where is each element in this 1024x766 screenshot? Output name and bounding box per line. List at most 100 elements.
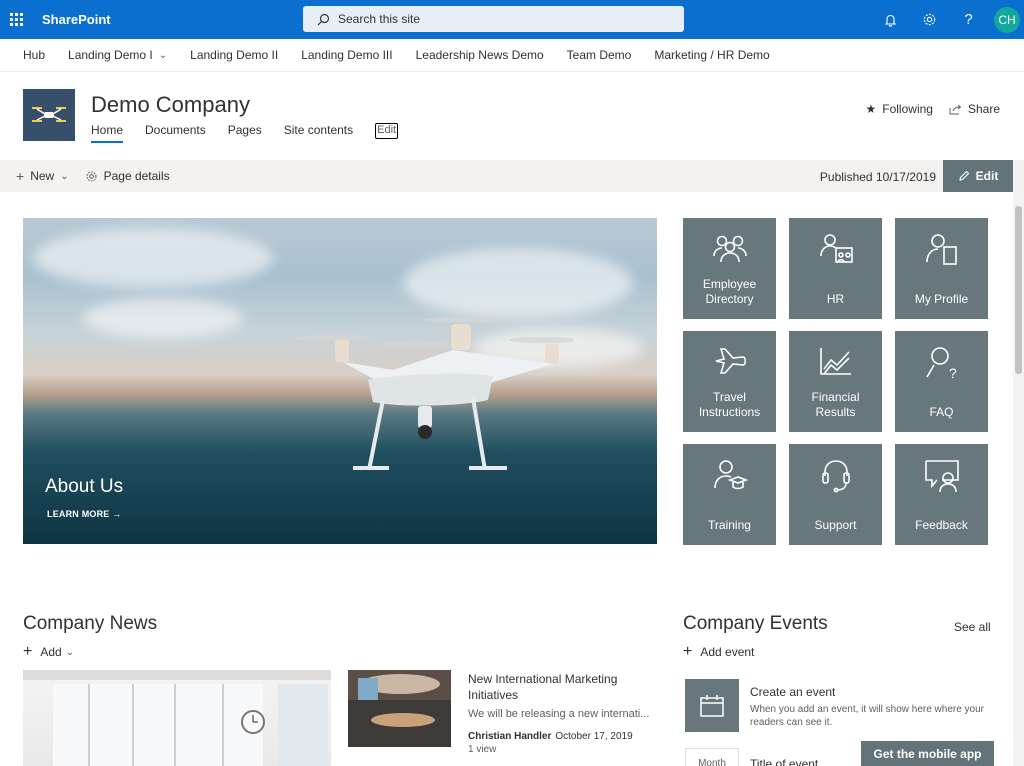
search-icon [317,13,330,25]
settings-button[interactable] [910,0,949,39]
nav-pages[interactable]: Pages [228,123,262,143]
site-navigation: Home Documents Pages Site contents Edit [91,123,420,143]
news-add-label: Add [40,645,62,659]
events-section-title: Company Events [683,613,828,634]
people-icon [712,235,747,263]
share-icon [949,104,962,114]
tile-financial-results[interactable]: Financial Results [789,331,882,432]
see-all-link[interactable]: See all [954,620,991,634]
scrollbar-thumb[interactable] [1015,206,1022,374]
hub-item-label: Landing Demo I [68,48,153,62]
add-event-button[interactable]: + Add event [683,643,754,661]
new-label: New [30,169,55,183]
tile-travel-instructions[interactable]: Travel Instructions [683,331,776,432]
chevron-down-icon: ⌄ [65,646,75,658]
following-button[interactable]: ★ Following [866,102,933,116]
news-item-meta: Christian Handler October 17, 2019 [468,731,658,742]
nav-site-contents[interactable]: Site contents [284,123,353,143]
tile-employee-directory[interactable]: Employee Directory [683,218,776,319]
learn-more-link[interactable]: LEARN MORE → [47,509,121,519]
question-icon: ? [964,11,973,28]
news-author: Christian Handler [468,731,552,742]
news-thumbnail[interactable] [348,670,451,747]
nav-documents[interactable]: Documents [145,123,206,143]
hub-item-label: Landing Demo III [301,48,393,62]
tile-faq[interactable]: ? FAQ [895,331,988,432]
notifications-button[interactable] [871,0,910,39]
news-hero-image[interactable] [23,670,331,766]
get-mobile-app-button[interactable]: Get the mobile app [861,741,994,766]
conference-room-image [348,670,451,747]
tile-support[interactable]: Support [789,444,882,545]
star-icon: ★ [865,102,877,116]
tile-label: Travel Instructions [698,390,761,419]
hub-navigation: Hub Landing Demo I ⌄ Landing Demo II Land… [0,39,1024,72]
following-label: Following [882,102,933,116]
new-button[interactable]: + New ⌄ [16,168,69,184]
share-button[interactable]: Share [949,102,1000,116]
page-scrollbar[interactable] [1013,192,1024,766]
suite-bar: SharePoint Search this site ? CH [0,0,1024,39]
page-details-button[interactable]: Page details [85,169,170,183]
event-placeholder-card[interactable] [685,679,739,732]
tile-my-profile[interactable]: My Profile [895,218,988,319]
nav-home[interactable]: Home [91,123,124,143]
avatar[interactable]: CH [994,6,1020,33]
hub-item-hub[interactable]: Hub [23,48,45,62]
org-icon [819,234,853,263]
airplane-icon [715,348,746,374]
tile-training[interactable]: Training [683,444,776,545]
plus-icon: + [23,643,33,660]
share-label: Share [967,102,1000,116]
edit-label: Edit [975,169,999,183]
published-status: Published 10/17/2019 [819,170,936,184]
news-item-title[interactable]: New International Marketing Initiatives [468,671,658,703]
news-add-button[interactable]: + Add ⌄ [23,643,74,661]
news-date: October 17, 2019 [555,731,633,742]
tile-label: Support [814,518,857,532]
hero-about-us[interactable]: About Us LEARN MORE → [23,218,657,544]
tile-hr[interactable]: HR [789,218,882,319]
app-launcher-button[interactable] [0,0,32,39]
drone-logo-icon [32,107,66,122]
tile-label: FAQ [929,405,954,419]
chart-icon [819,348,851,375]
event-title-placeholder: Title of event [750,757,819,766]
news-item[interactable]: New International Marketing Initiatives … [468,671,658,755]
gear-icon [923,13,936,26]
hub-item-label: Leadership News Demo [415,48,544,62]
hub-item-label: Team Demo [566,48,632,62]
plus-icon: + [16,168,25,184]
hub-item-landing-demo-3[interactable]: Landing Demo III [301,48,392,62]
create-event-description: When you add an event, it will show here… [750,704,985,728]
tile-label: Training [708,518,751,532]
tile-feedback[interactable]: Feedback [895,444,988,545]
site-header: Demo Company Home Documents Pages Site c… [0,72,1024,160]
gear-icon [86,171,97,181]
waffle-icon [9,13,23,26]
site-logo[interactable] [23,89,75,141]
event-placeholder-text: Create an event When you add an event, i… [750,685,990,729]
create-event-title: Create an event [750,685,836,699]
hero-title: About Us [45,476,124,497]
hub-item-marketing-hr[interactable]: Marketing / HR Demo [654,48,769,62]
drone-image [293,317,573,470]
nav-edit-link[interactable]: Edit [375,123,399,139]
calendar-icon [700,694,724,717]
hub-item-leadership-news[interactable]: Leadership News Demo [416,48,544,62]
site-title[interactable]: Demo Company [91,92,250,118]
svg-text:?: ? [949,365,957,381]
brand-link[interactable]: SharePoint [42,12,111,27]
hub-item-team-demo[interactable]: Team Demo [567,48,632,62]
search-input[interactable]: Search this site [303,6,684,32]
hub-item-landing-demo-1[interactable]: Landing Demo I ⌄ [68,48,167,62]
profile-icon [925,234,957,265]
chevron-down-icon: ⌄ [158,49,168,61]
help-button[interactable]: ? [949,0,988,39]
plus-icon: + [683,643,693,660]
training-icon [713,460,748,490]
bell-icon [884,14,897,27]
hub-item-landing-demo-2[interactable]: Landing Demo II [190,48,278,62]
edit-page-button[interactable]: Edit [943,160,1013,192]
news-section-title: Company News [23,613,158,634]
